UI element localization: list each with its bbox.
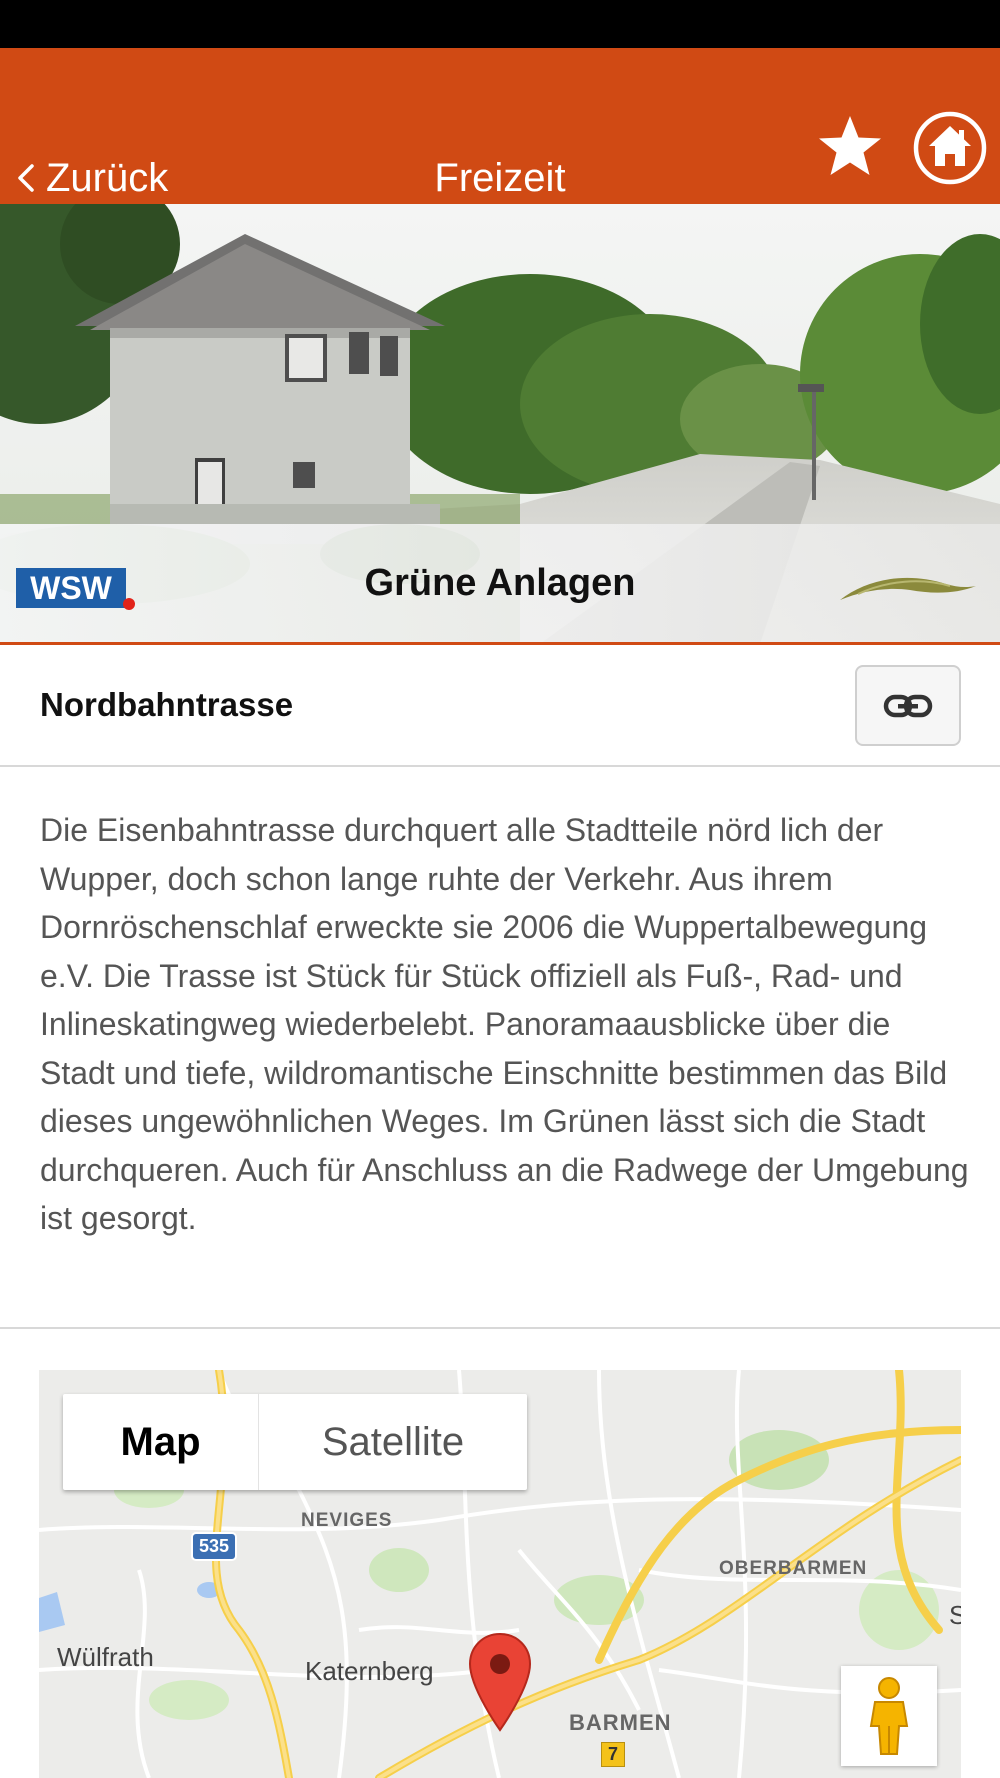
map-view[interactable]: Map Satellite NEVIGES OBERBARMEN Wülfrat… [39,1370,961,1778]
link-button[interactable] [855,665,961,746]
item-header-row: Nordbahntrasse [0,645,1000,767]
map-label-barmen: BARMEN [569,1710,672,1735]
map-type-toggle: Map Satellite [63,1394,527,1490]
nav-bar: Zurück Freizeit [0,48,1000,204]
star-icon[interactable] [815,112,885,182]
map-label-oberbarmen: OBERBARMEN [719,1558,868,1579]
item-title: Nordbahntrasse [40,686,294,723]
map-label-katernberg: Katernberg [305,1656,434,1686]
street-view-button[interactable] [841,1666,937,1766]
road-badge-535: 535 [191,1532,238,1561]
status-bar [0,0,1000,48]
map-label-wuelfrath: Wülfrath [57,1642,154,1672]
leaf-logo [840,577,976,600]
item-description: Die Eisenbahntrasse durchquert alle Stad… [40,812,969,1236]
pegman-icon [869,1677,909,1755]
home-icon[interactable] [912,110,988,186]
map-type-map-button[interactable]: Map [63,1394,259,1490]
road-badge-7: 7 [601,1742,626,1767]
section-divider [0,1327,1000,1329]
link-icon [883,694,933,717]
map-label-edge: S [949,1600,961,1630]
map-pin-icon[interactable] [468,1632,532,1732]
map-type-satellite-button[interactable]: Satellite [259,1394,527,1490]
map-label-neviges: NEVIGES [301,1510,393,1531]
